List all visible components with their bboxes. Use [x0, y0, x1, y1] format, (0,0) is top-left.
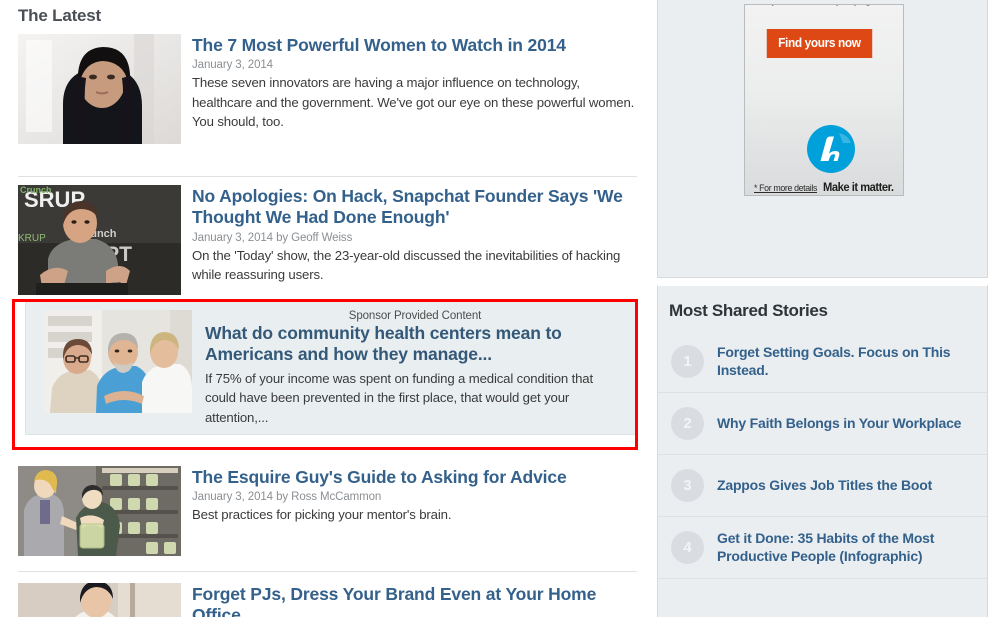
article-thumbnail[interactable]	[18, 34, 181, 144]
article-title[interactable]: The Esquire Guy's Guide to Asking for Ad…	[192, 467, 637, 488]
page-root: The Latest The 7 Most Powerful Women to …	[0, 0, 1004, 617]
hp-tagline: Make it matter.	[823, 180, 894, 194]
article-body: The Esquire Guy's Guide to Asking for Ad…	[192, 466, 637, 562]
page-title: The Latest	[18, 6, 102, 25]
list-item[interactable]: 2 Why Faith Belongs in Your Workplace	[658, 393, 987, 455]
article-item[interactable]: The Esquire Guy's Guide to Asking for Ad…	[0, 457, 650, 562]
sponsored-card[interactable]: Sponsor Provided Content What do communi…	[25, 299, 636, 435]
hp-ad-creative[interactable]: up to 50% less per page.* Find yours now…	[744, 4, 904, 196]
svg-text:Crunch: Crunch	[20, 185, 52, 195]
most-shared-title[interactable]: Zappos Gives Job Titles the Boot	[717, 477, 932, 495]
most-shared-title[interactable]: Forget Setting Goals. Focus on This Inst…	[717, 344, 975, 379]
article-item[interactable]: The 7 Most Powerful Women to Watch in 20…	[0, 34, 650, 150]
main-content-column: The Latest The 7 Most Powerful Women to …	[0, 0, 650, 617]
for-more-details-link[interactable]: * For more details	[754, 183, 817, 194]
article-dek: On the 'Today' show, the 23-year-old dis…	[192, 247, 621, 283]
sponsored-thumbnail[interactable]	[44, 310, 192, 413]
rank-badge: 2	[671, 407, 704, 440]
sponsor-label: Sponsor Provided Content	[348, 310, 482, 322]
article-item[interactable]: SRUP Crunch Crunch UPT KRUP No Apologies…	[0, 177, 650, 295]
rank-badge: 3	[671, 469, 704, 502]
sponsored-body: Sponsor Provided Content What do communi…	[205, 310, 625, 425]
ad-headline: up to 50% less per page.*	[750, 5, 899, 6]
article-meta: January 3, 2014 by Geoff Weiss	[192, 231, 353, 244]
article-thumbnail[interactable]	[18, 583, 181, 617]
article-title[interactable]: No Apologies: On Hack, Snapchat Founder …	[192, 186, 637, 229]
sidebar-rail: up to 50% less per page.* Find yours now…	[650, 0, 1004, 617]
most-shared-title[interactable]: Get it Done: 35 Habits of the Most Produ…	[717, 530, 975, 565]
article-body: No Apologies: On Hack, Snapchat Founder …	[192, 185, 637, 292]
list-item[interactable]: 3 Zappos Gives Job Titles the Boot	[658, 455, 987, 517]
article-dek: Best practices for picking your mentor's…	[192, 507, 452, 523]
article-meta: January 3, 2014	[192, 59, 273, 72]
find-yours-now-button[interactable]: Find yours now	[766, 29, 872, 58]
rank-badge: 1	[671, 345, 704, 378]
rank-badge: 4	[671, 531, 704, 564]
most-shared-list: 1 Forget Setting Goals. Focus on This In…	[658, 331, 987, 579]
most-shared-title[interactable]: Why Faith Belongs in Your Workplace	[717, 415, 961, 433]
article-meta: January 3, 2014 by Ross McCammon	[192, 491, 382, 504]
sponsored-dek: If 75% of your income was spent on fundi…	[205, 370, 594, 425]
svg-text:KRUP: KRUP	[18, 233, 46, 244]
sponsored-title[interactable]: What do community health centers mean to…	[205, 323, 625, 366]
advertisement-panel: up to 50% less per page.* Find yours now…	[657, 0, 988, 278]
hp-logo-icon	[807, 125, 855, 173]
article-title[interactable]: Forget PJs, Dress Your Brand Even at You…	[192, 584, 637, 617]
article-dek: These seven innovators are having a majo…	[192, 75, 635, 130]
most-shared-stories-panel: Most Shared Stories 1 Forget Setting Goa…	[657, 285, 988, 617]
article-title[interactable]: The 7 Most Powerful Women to Watch in 20…	[192, 35, 637, 56]
article-thumbnail[interactable]	[18, 466, 181, 556]
list-item[interactable]: 4 Get it Done: 35 Habits of the Most Pro…	[658, 517, 987, 579]
most-shared-heading: Most Shared Stories	[669, 301, 828, 320]
article-body: Forget PJs, Dress Your Brand Even at You…	[192, 583, 637, 617]
list-item[interactable]: 1 Forget Setting Goals. Focus on This In…	[658, 331, 987, 393]
article-thumbnail[interactable]: SRUP Crunch Crunch UPT KRUP	[18, 185, 181, 295]
article-body: The 7 Most Powerful Women to Watch in 20…	[192, 34, 637, 150]
sponsored-content-block[interactable]: Sponsor Provided Content What do communi…	[0, 299, 650, 457]
article-item[interactable]: Forget PJs, Dress Your Brand Even at You…	[0, 572, 650, 617]
